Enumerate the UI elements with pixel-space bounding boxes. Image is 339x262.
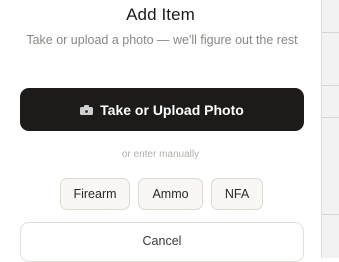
add-item-sheet: Add Item Take or upload a photo — we'll …: [0, 0, 321, 262]
dialog-subtitle: Take or upload a photo — we'll figure ou…: [26, 33, 298, 47]
background-page-edge: [321, 0, 339, 258]
category-chip-firearm[interactable]: Firearm: [60, 178, 130, 210]
category-chip-ammo[interactable]: Ammo: [138, 178, 203, 210]
manual-entry-divider: or enter manually: [121, 149, 200, 160]
dialog-title: Add Item: [126, 5, 195, 24]
category-chip-row: Firearm Ammo NFA: [60, 178, 263, 210]
cancel-button[interactable]: Cancel: [20, 222, 304, 262]
take-or-upload-photo-label: Take or Upload Photo: [100, 101, 244, 118]
category-chip-nfa[interactable]: NFA: [211, 178, 263, 210]
camera-icon: [80, 105, 94, 115]
take-or-upload-photo-button[interactable]: Take or Upload Photo: [20, 88, 304, 131]
